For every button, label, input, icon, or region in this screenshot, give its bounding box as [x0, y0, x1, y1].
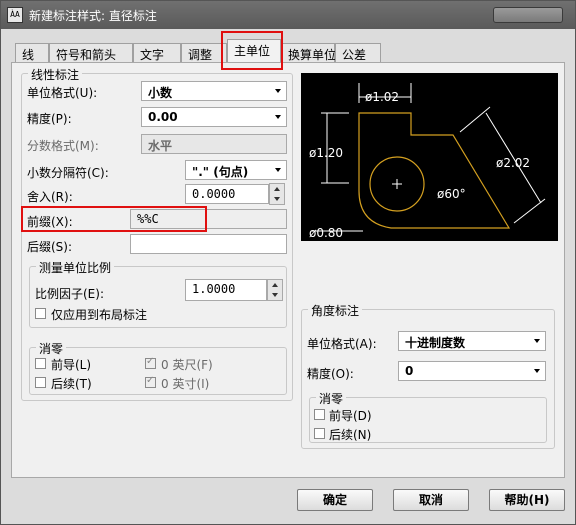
unit-format-value: 小数 — [148, 86, 173, 100]
preview-dim-angle: ø60° — [437, 187, 466, 201]
preview-drawing: ø1.02 ø1.20 ø2.02 ø60° ø0.80 — [309, 83, 546, 240]
layout-only-label: 仅应用到布局标注 — [51, 308, 148, 322]
prefix-highlight — [21, 206, 207, 232]
preview-dim-bottom: ø0.80 — [309, 226, 343, 240]
suffix-label: 后缀(S): — [27, 240, 73, 254]
tab-symbols-arrows[interactable]: 符号和箭头 — [49, 43, 133, 63]
chevron-down-icon — [534, 339, 540, 343]
zero-feet-label: 0 英尺(F) — [161, 358, 213, 372]
precision-value: 0.00 — [148, 110, 178, 124]
angular-trailing-label: 后续(N) — [329, 428, 372, 442]
angular-leading-checkbox[interactable] — [314, 409, 325, 420]
angular-unit-format-value: 十进制度数 — [405, 336, 466, 350]
preview-part-outline — [358, 112, 511, 229]
unit-format-select[interactable]: 小数 — [141, 81, 287, 101]
angular-trailing-checkbox[interactable] — [314, 428, 325, 439]
angular-leading-label: 前导(D) — [329, 409, 372, 423]
trailing-zero-checkbox[interactable] — [35, 377, 46, 388]
tab-lines[interactable]: 线 — [15, 43, 49, 63]
angular-unit-format-select[interactable]: 十进制度数 — [398, 331, 546, 351]
scale-factor-spinner[interactable] — [267, 279, 283, 301]
leading-zero-checkbox[interactable] — [35, 358, 46, 369]
decimal-separator-select[interactable]: "." (句点) — [185, 160, 287, 180]
title-bar[interactable]: ÀA 新建标注样式: 直径标注 — [1, 1, 575, 29]
dimension-style-dialog: ÀA 新建标注样式: 直径标注 线 符号和箭头 文字 调整 主单位 换算单位 公… — [0, 0, 576, 525]
angular-group-label: 角度标注 — [308, 302, 363, 319]
window-title: 新建标注样式: 直径标注 — [29, 9, 157, 23]
down-arrow-icon — [274, 197, 280, 201]
precision-select[interactable]: 0.00 — [141, 107, 287, 127]
angular-precision-label: 精度(O): — [307, 367, 354, 381]
decimal-separator-label: 小数分隔符(C): — [27, 166, 109, 180]
scale-factor-label: 比例因子(E): — [35, 287, 104, 301]
trailing-zero-label: 后续(T) — [51, 377, 92, 391]
up-arrow-icon — [272, 283, 278, 287]
preview-dim-top: ø1.02 — [365, 90, 399, 104]
tab-text[interactable]: 文字 — [133, 43, 181, 63]
angular-precision-select[interactable]: 0 — [398, 361, 546, 381]
suffix-input[interactable] — [130, 234, 287, 254]
zero-group-label: 消零 — [36, 340, 67, 357]
round-off-spinner[interactable] — [269, 183, 285, 205]
chevron-down-icon — [275, 168, 281, 172]
chevron-down-icon — [275, 89, 281, 93]
tab-highlight — [221, 31, 283, 70]
preview-dim-right: ø2.02 — [496, 156, 530, 170]
tab-alternate-units[interactable]: 换算单位 — [281, 43, 336, 63]
preview-dim-left: ø1.20 — [309, 146, 343, 160]
fraction-format-select: 水平 — [141, 134, 287, 154]
app-icon: ÀA — [7, 7, 23, 23]
tab-tolerances[interactable]: 公差 — [335, 43, 381, 63]
round-off-label: 舍入(R): — [27, 190, 73, 204]
dimension-preview: ø1.02 ø1.20 ø2.02 ø60° ø0.80 — [301, 73, 558, 241]
round-off-input[interactable]: 0.0000 — [185, 184, 269, 204]
angular-precision-value: 0 — [405, 364, 414, 378]
chevron-down-icon — [275, 115, 281, 119]
scale-group-label: 测量单位比例 — [36, 259, 115, 276]
precision-label: 精度(P): — [27, 112, 72, 126]
help-button[interactable]: 帮助(H) — [489, 489, 565, 511]
zero-inches-label: 0 英寸(I) — [161, 377, 210, 391]
zero-inches-checkbox — [145, 375, 156, 388]
angular-unit-format-label: 单位格式(A): — [307, 337, 377, 351]
down-arrow-icon — [272, 293, 278, 297]
cancel-button[interactable]: 取消 — [393, 489, 469, 511]
zero-feet-checkbox — [145, 356, 156, 369]
fraction-format-label: 分数格式(M): — [27, 139, 99, 153]
scale-factor-input[interactable]: 1.0000 — [185, 279, 267, 301]
decimal-separator-value: "." (句点) — [192, 165, 249, 179]
close-button[interactable] — [493, 7, 563, 23]
layout-only-checkbox[interactable] — [35, 308, 46, 319]
unit-format-label: 单位格式(U): — [27, 86, 98, 100]
leading-zero-label: 前导(L) — [51, 358, 92, 372]
linear-group-label: 线性标注 — [28, 66, 83, 83]
ok-button[interactable]: 确定 — [297, 489, 373, 511]
chevron-down-icon — [534, 369, 540, 373]
up-arrow-icon — [274, 187, 280, 191]
angular-zero-group-label: 消零 — [316, 390, 347, 407]
